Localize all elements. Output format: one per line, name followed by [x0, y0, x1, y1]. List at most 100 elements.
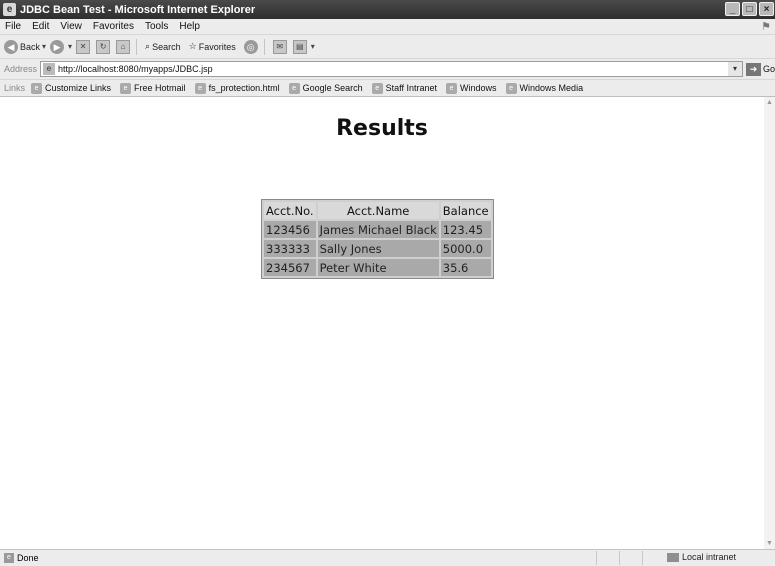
- search-icon: ⌕: [145, 41, 151, 51]
- scroll-down-icon[interactable]: ▼: [764, 538, 775, 549]
- cell-acct-no: 123456: [264, 221, 316, 238]
- link-customize-links[interactable]: e Customize Links: [31, 82, 111, 94]
- menu-help[interactable]: Help: [179, 21, 200, 32]
- stop-button[interactable]: ✕: [76, 39, 92, 54]
- window-titlebar: e JDBC Bean Test - Microsoft Internet Ex…: [0, 0, 775, 19]
- mail-icon: ✉: [272, 39, 287, 54]
- table-row: 123456 James Michael Black 123.45: [264, 221, 491, 238]
- windows-flag-icon: ⚑: [761, 21, 771, 33]
- cell-balance: 123.45: [440, 221, 491, 238]
- local-intranet-icon: [667, 552, 679, 562]
- cell-acct-no: 234567: [264, 259, 316, 276]
- header-balance: Balance: [440, 202, 491, 219]
- menu-edit[interactable]: Edit: [32, 21, 49, 32]
- print-dropdown-icon[interactable]: ▾: [311, 42, 315, 51]
- search-label: Search: [152, 41, 181, 52]
- favorites-button[interactable]: ☆ Favorites: [189, 41, 236, 52]
- cell-acct-name: Sally Jones: [317, 240, 439, 257]
- menu-favorites[interactable]: Favorites: [93, 21, 134, 32]
- stop-icon: ✕: [76, 39, 91, 54]
- link-google-search[interactable]: e Google Search: [288, 82, 363, 94]
- home-button[interactable]: ⌂: [116, 39, 132, 54]
- cell-acct-name: James Michael Black: [317, 221, 439, 238]
- link-label: Staff Intranet: [385, 83, 438, 93]
- link-label: Windows: [460, 83, 497, 93]
- maximize-button[interactable]: □: [742, 2, 757, 16]
- close-button[interactable]: ×: [759, 2, 774, 16]
- print-button[interactable]: ▤ ▾: [292, 39, 315, 54]
- link-windows[interactable]: e Windows: [446, 82, 497, 94]
- search-button[interactable]: ⌕ Search: [145, 41, 181, 52]
- links-bar: Links e Customize Links e Free Hotmail e fs…: [0, 80, 775, 97]
- cell-acct-name: Peter White: [317, 259, 439, 276]
- link-label: fs_protection.html: [208, 83, 280, 93]
- status-panes: [596, 551, 665, 565]
- window-controls: _ □ ×: [725, 2, 774, 16]
- address-input[interactable]: e http://localhost:8080/myapps/JDBC.jsp …: [40, 61, 743, 77]
- address-bar: Address e http://localhost:8080/myapps/J…: [0, 59, 775, 80]
- link-label: Google Search: [302, 83, 363, 93]
- status-pane: [596, 551, 619, 565]
- link-icon: e: [446, 82, 458, 94]
- link-label: Free Hotmail: [134, 83, 186, 93]
- table-header-row: Acct.No. Acct.Name Balance: [264, 202, 491, 219]
- table-row: 333333 Sally Jones 5000.0: [264, 240, 491, 257]
- zone-label: Local intranet: [682, 552, 737, 562]
- go-label: Go: [762, 64, 775, 74]
- menu-view[interactable]: View: [60, 21, 82, 32]
- link-fs-protection[interactable]: e fs_protection.html: [194, 82, 280, 94]
- link-free-hotmail[interactable]: e Free Hotmail: [120, 82, 186, 94]
- back-dropdown-icon[interactable]: ▾: [42, 42, 46, 51]
- forward-dropdown-icon[interactable]: ▾: [68, 42, 72, 51]
- link-icon: e: [31, 82, 43, 94]
- scroll-up-icon[interactable]: ▲: [764, 97, 775, 108]
- home-icon: ⌂: [116, 39, 131, 54]
- link-icon: e: [120, 82, 132, 94]
- minimize-button[interactable]: _: [725, 2, 740, 16]
- back-label: Back: [20, 41, 41, 52]
- link-staff-intranet[interactable]: e Staff Intranet: [371, 82, 438, 94]
- go-button[interactable]: ➜ Go: [745, 62, 775, 76]
- status-pane: [619, 551, 642, 565]
- link-icon: e: [194, 82, 206, 94]
- cell-balance: 5000.0: [440, 240, 491, 257]
- vertical-scrollbar[interactable]: ▲ ▼: [764, 97, 775, 549]
- forward-arrow-icon: ▶: [50, 39, 65, 54]
- window-title: JDBC Bean Test - Microsoft Internet Expl…: [20, 3, 256, 16]
- address-dropdown-icon[interactable]: ▾: [727, 62, 742, 76]
- refresh-icon: ↻: [96, 39, 111, 54]
- link-icon: e: [505, 82, 517, 94]
- standard-toolbar: ◀ Back ▾ ▶ ▾ ✕ ↻ ⌂ ⌕ Search ☆ Favorites …: [0, 35, 775, 59]
- back-button[interactable]: ◀ Back ▾: [4, 39, 46, 54]
- toolbar-separator: [263, 38, 265, 55]
- results-table: Acct.No. Acct.Name Balance 123456 James …: [261, 199, 494, 279]
- cell-balance: 35.6: [440, 259, 491, 276]
- page-done-icon: e: [4, 553, 14, 563]
- refresh-button[interactable]: ↻: [96, 39, 112, 54]
- favorites-star-icon: ☆: [188, 41, 197, 51]
- mail-button[interactable]: ✉: [272, 39, 289, 54]
- page-content: Results Acct.No. Acct.Name Balance 12345…: [0, 97, 764, 549]
- link-windows-media[interactable]: e Windows Media: [505, 82, 584, 94]
- forward-button[interactable]: ▶ ▾: [50, 39, 72, 54]
- favorites-label: Favorites: [198, 41, 236, 52]
- print-icon: ▤: [292, 39, 307, 54]
- security-zone: Local intranet: [667, 552, 736, 562]
- header-acct-name: Acct.Name: [317, 202, 439, 219]
- links-label: Links: [4, 83, 26, 93]
- toolbar-separator: [136, 38, 138, 55]
- back-arrow-icon: ◀: [4, 39, 18, 54]
- go-arrow-icon: ➜: [745, 62, 761, 76]
- table-row: 234567 Peter White 35.6: [264, 259, 491, 276]
- menu-tools[interactable]: Tools: [145, 21, 168, 32]
- status-pane: [642, 551, 665, 565]
- page-icon: e: [43, 63, 56, 75]
- media-icon: ◎: [243, 39, 258, 54]
- link-label: Windows Media: [519, 83, 584, 93]
- menu-file[interactable]: File: [5, 21, 21, 32]
- ie-logo-icon: e: [3, 3, 16, 16]
- media-button[interactable]: ◎: [243, 39, 260, 54]
- status-bar: e Done Local intranet: [0, 549, 775, 566]
- status-text: Done: [17, 553, 39, 563]
- header-acct-no: Acct.No.: [264, 202, 316, 219]
